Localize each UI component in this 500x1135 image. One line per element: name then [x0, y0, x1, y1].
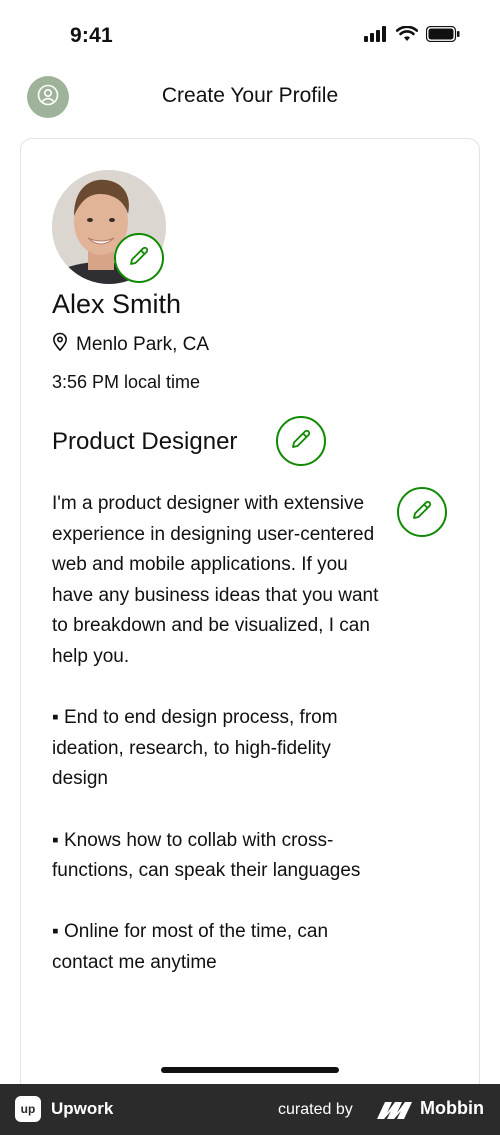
page-title: Create Your Profile	[161, 84, 339, 107]
location-text: Menlo Park, CA	[76, 334, 210, 355]
pencil-icon	[127, 244, 151, 273]
edit-bio-button[interactable]	[397, 487, 447, 537]
pencil-icon	[289, 427, 313, 456]
footer-bar: up Upwork curated by Mobbin	[0, 1084, 500, 1135]
status-icons	[364, 25, 460, 47]
local-time: 3:56 PM local time	[52, 372, 201, 392]
profile-location: Menlo Park, CA	[52, 332, 209, 358]
header: Create Your Profile	[0, 74, 500, 120]
pencil-icon	[410, 498, 434, 527]
footer-brand-name: Mobbin	[420, 1098, 484, 1118]
home-indicator	[161, 1067, 339, 1073]
battery-icon	[425, 25, 460, 47]
status-bar: 9:41	[0, 0, 500, 74]
footer-app-name: Upwork	[51, 1099, 114, 1118]
profile-card: Alex Smith Menlo Park, CA 3:56 PM local …	[20, 138, 480, 1098]
profile-bio: I'm a product designer with extensive ex…	[52, 489, 382, 979]
location-pin-icon	[52, 332, 68, 358]
footer-curated-by: curated by	[278, 1101, 353, 1118]
job-title: Product Designer	[52, 428, 238, 455]
bio-bullet: ▪ Knows how to collab with cross-functio…	[52, 829, 361, 882]
bio-bullet: ▪ Online for most of the time, can conta…	[52, 921, 329, 973]
cellular-signal-icon	[364, 26, 388, 47]
status-time: 9:41	[70, 24, 113, 47]
edit-photo-button[interactable]	[114, 233, 164, 283]
edit-title-button[interactable]	[276, 416, 326, 466]
bio-paragraph: I'm a product designer with extensive ex…	[52, 493, 379, 667]
upwork-logo: up	[15, 1096, 41, 1122]
profile-name: Alex Smith	[52, 289, 182, 319]
bio-bullet: ▪ End to end design process, from ideati…	[52, 707, 338, 790]
wifi-icon	[395, 25, 419, 47]
mobbin-logo-icon	[375, 1099, 415, 1126]
